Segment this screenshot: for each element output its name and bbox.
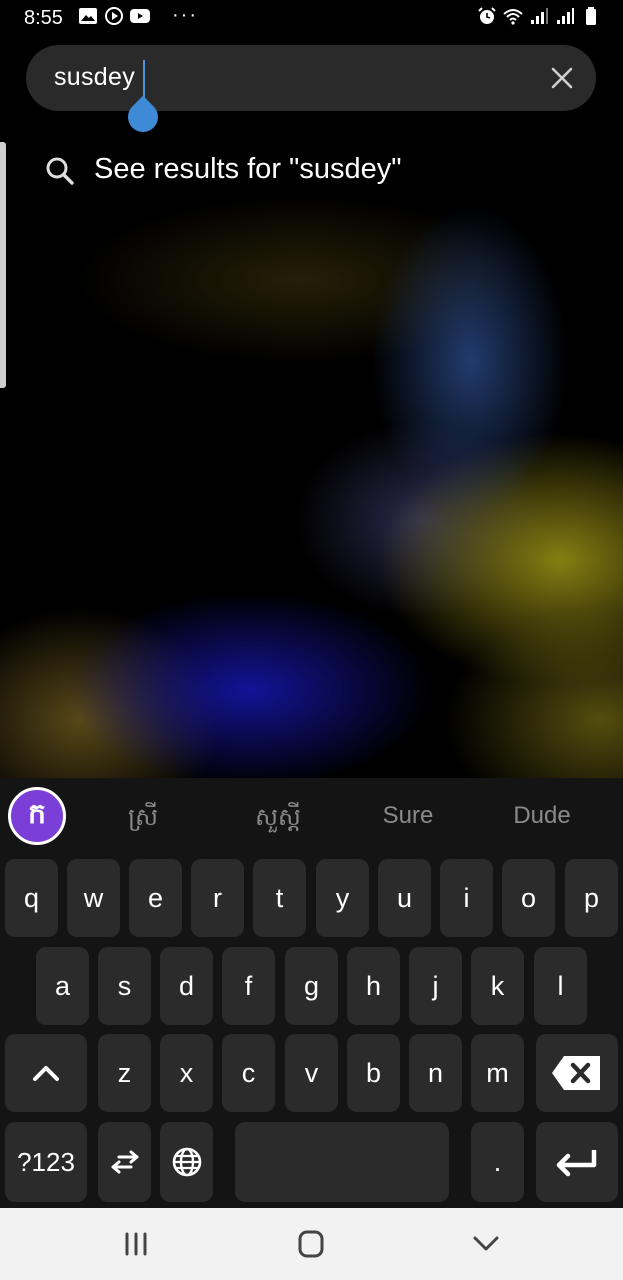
search-suggestion[interactable]: See results for "susdey" <box>40 145 600 197</box>
key-q[interactable]: q <box>5 859 58 937</box>
key-r[interactable]: r <box>191 859 244 937</box>
key-l[interactable]: l <box>534 947 587 1025</box>
key-z[interactable]: z <box>98 1034 151 1112</box>
enter-key[interactable] <box>536 1122 618 1202</box>
navigation-bar <box>0 1208 623 1280</box>
close-icon[interactable] <box>548 64 576 92</box>
period-key[interactable]: . <box>471 1122 524 1202</box>
key-b[interactable]: b <box>347 1034 400 1112</box>
prediction-1[interactable]: ស្រី <box>98 802 188 837</box>
key-k[interactable]: k <box>471 947 524 1025</box>
key-v[interactable]: v <box>285 1034 338 1112</box>
shift-key[interactable] <box>5 1034 87 1112</box>
backspace-key[interactable] <box>536 1034 618 1112</box>
alarm-icon <box>478 7 496 24</box>
wifi-icon <box>503 9 523 25</box>
prediction-4[interactable]: Dude <box>494 802 590 830</box>
key-g[interactable]: g <box>285 947 338 1025</box>
key-d[interactable]: d <box>160 947 213 1025</box>
prediction-bar: ក ស្រី សួស្តី Sure Dude <box>0 778 623 856</box>
key-h[interactable]: h <box>347 947 400 1025</box>
search-bar[interactable]: susdey <box>26 45 596 111</box>
key-s[interactable]: s <box>98 947 151 1025</box>
key-i[interactable]: i <box>440 859 493 937</box>
prediction-3[interactable]: Sure <box>360 802 456 830</box>
status-bar: 8:55 ··· <box>0 0 623 36</box>
edge-panel-handle[interactable] <box>0 142 6 388</box>
key-t[interactable]: t <box>253 859 306 937</box>
space-key[interactable] <box>235 1122 449 1202</box>
language-key[interactable] <box>160 1122 213 1202</box>
recents-icon[interactable] <box>116 1226 156 1262</box>
key-p[interactable]: p <box>565 859 618 937</box>
youtube-icon <box>130 9 150 23</box>
swap-arrows-icon <box>111 1150 138 1174</box>
key-e[interactable]: e <box>129 859 182 937</box>
globe-icon <box>172 1147 201 1177</box>
more-notifications: ··· <box>172 4 198 26</box>
key-f[interactable]: f <box>222 947 275 1025</box>
enter-icon <box>556 1150 597 1177</box>
status-time: 8:55 <box>24 7 63 29</box>
keyboard-logo-icon[interactable]: ក <box>8 787 66 845</box>
key-a[interactable]: a <box>36 947 89 1025</box>
key-c[interactable]: c <box>222 1034 275 1112</box>
keyboard: ក ស្រី សួស្តី Sure Dude q w e r t y u i … <box>0 778 623 1208</box>
search-icon <box>46 157 74 185</box>
signal-icon <box>531 8 548 24</box>
signal-icon <box>557 8 574 24</box>
switch-layout-key[interactable] <box>98 1122 151 1202</box>
symbols-key[interactable]: ?123 <box>5 1122 87 1202</box>
key-o[interactable]: o <box>502 859 555 937</box>
key-y[interactable]: y <box>316 859 369 937</box>
chevron-down-icon[interactable] <box>466 1226 506 1262</box>
play-circle-icon <box>105 7 123 25</box>
suggestion-label: See results for "susdey" <box>94 153 402 185</box>
wallpaper <box>0 0 623 780</box>
prediction-2[interactable]: សួស្តី <box>228 802 328 837</box>
key-j[interactable]: j <box>409 947 462 1025</box>
battery-icon <box>586 7 596 25</box>
chevron-up-icon <box>33 1066 59 1081</box>
key-m[interactable]: m <box>471 1034 524 1112</box>
home-icon[interactable] <box>291 1226 331 1262</box>
key-n[interactable]: n <box>409 1034 462 1112</box>
gallery-icon <box>79 8 97 24</box>
search-input[interactable]: susdey <box>54 63 135 92</box>
key-x[interactable]: x <box>160 1034 213 1112</box>
key-u[interactable]: u <box>378 859 431 937</box>
backspace-icon <box>552 1056 600 1090</box>
key-w[interactable]: w <box>67 859 120 937</box>
